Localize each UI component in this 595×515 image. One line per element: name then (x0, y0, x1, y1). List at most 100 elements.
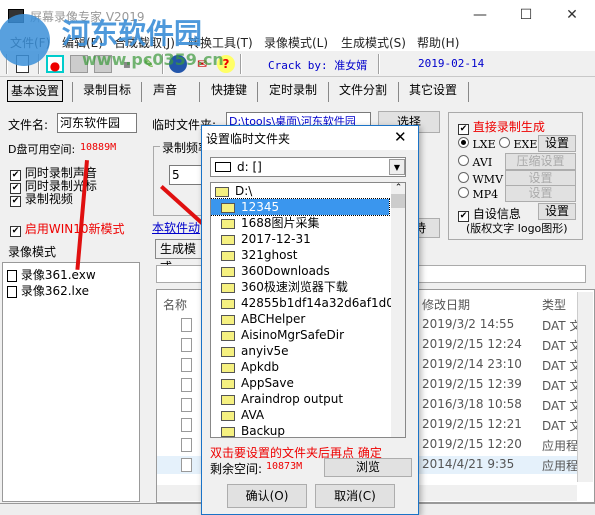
folder-item[interactable]: 1688图片采集 (211, 215, 389, 231)
column-name[interactable]: 名称 (163, 296, 187, 313)
folder-label: AppSave (241, 376, 294, 390)
crack-label: Crack by: 准女婿 (268, 59, 368, 72)
tab-scheduled[interactable]: 定时录制 (266, 80, 320, 102)
folder-item[interactable]: Backup (211, 423, 389, 438)
folder-item[interactable]: 12345 (211, 198, 390, 216)
filename-input[interactable]: 河东软件园 (57, 113, 137, 133)
maximize-button[interactable]: ☐ (503, 0, 549, 31)
tab-hotkeys[interactable]: 快捷键 (208, 80, 250, 102)
file-type: DAT 文 (542, 319, 582, 333)
custom-info-settings-button[interactable]: 设置 (538, 203, 576, 220)
folder-label: 12345 (241, 200, 280, 214)
folder-label: AisinoMgrSafeDir (241, 328, 345, 342)
recording-name: 录像362.lxe (20, 284, 89, 298)
tab-sound[interactable]: 声音 (150, 80, 180, 102)
folder-icon (221, 314, 235, 325)
ok-button[interactable]: 确认(O) (227, 484, 307, 508)
format-settings-button[interactable]: 设置 (538, 135, 576, 152)
record-video-checkbox[interactable]: ✔ 录制视频 (10, 190, 73, 207)
menu-record-mode[interactable]: 录像模式(L) (264, 34, 328, 51)
folder-item[interactable]: AisinoMgrSafeDir (211, 327, 389, 343)
drive-value: d: [] (237, 160, 262, 174)
file-date: 2019/3/2 14:55 (422, 317, 515, 331)
folder-list[interactable]: D:\ 12345 1688图片采集 2017-12-31 321ghost 360Do… (210, 182, 406, 438)
folder-label: AVA (241, 408, 265, 422)
file-icon (181, 318, 192, 332)
folder-item[interactable]: AVA (211, 407, 389, 423)
freq-input[interactable]: 5 (169, 165, 203, 185)
file-date: 2019/2/15 12:20 (422, 437, 522, 451)
disk-space-value: 10889M (80, 142, 117, 153)
folder-scrollbar[interactable]: ⌃ (391, 183, 405, 437)
menu-help[interactable]: 帮助(H) (417, 34, 459, 51)
file-type: DAT 文 (542, 399, 582, 413)
format-exe-radio[interactable]: EXE (499, 137, 537, 151)
recording-item[interactable]: 录像361.exw (7, 266, 96, 283)
file-icon (181, 358, 192, 372)
folder-item[interactable]: AppSave (211, 375, 389, 391)
drive-icon (215, 162, 231, 172)
folder-item[interactable]: 360极速浏览器下载 (211, 279, 389, 295)
format-mp4-radio[interactable]: MP4 (458, 187, 498, 201)
folder-item[interactable]: 42855b1df14a32d6af1d03 (211, 295, 402, 311)
chevron-down-icon[interactable]: ▼ (389, 159, 405, 175)
folder-label: ABCHelper (241, 312, 306, 326)
file-type: DAT 文 (542, 419, 582, 433)
folder-item[interactable]: 321ghost (211, 247, 389, 263)
folder-icon (221, 426, 235, 437)
folder-icon (221, 330, 235, 341)
tab-file-split[interactable]: 文件分割 (336, 80, 390, 102)
close-button[interactable]: ✕ (549, 0, 595, 31)
dialog-close-icon[interactable]: ✕ (394, 128, 407, 146)
gen-mode-button[interactable]: 生成模式 (155, 239, 205, 274)
wmv-label: WMV (472, 173, 504, 186)
toolbar-divider (240, 54, 242, 74)
free-space-label: 剩余空间: (210, 462, 263, 476)
format-wmv-radio[interactable]: WMV (458, 172, 503, 186)
format-avi-radio[interactable]: AVI (458, 155, 492, 169)
tab-other-settings[interactable]: 其它设置 (406, 80, 460, 102)
direct-record-checkbox[interactable]: ✔ 直接录制生成 (458, 118, 545, 135)
file-icon (181, 398, 192, 412)
win10-mode-checkbox[interactable]: ✔ 启用WIN10新模式 (10, 220, 124, 237)
drive-select[interactable]: d: [] ▼ (210, 157, 406, 177)
folder-item[interactable]: anyiv5e (211, 343, 389, 359)
folder-item[interactable]: 2017-12-31 (211, 231, 389, 247)
format-lxe-radio[interactable]: LXE (458, 137, 496, 151)
tab-record-target[interactable]: 录制目标 (80, 80, 134, 102)
vertical-scrollbar[interactable] (577, 292, 593, 482)
scroll-thumb[interactable] (391, 194, 405, 208)
record-icon[interactable]: ● (46, 55, 64, 73)
file-type: DAT 文 (542, 339, 582, 353)
cancel-button[interactable]: 取消(C) (315, 484, 395, 508)
compress-settings-button[interactable]: 压缩设置 (505, 153, 576, 170)
minimize-button[interactable]: — (457, 0, 503, 31)
folder-item[interactable]: Apkdb (211, 359, 389, 375)
folder-label: anyiv5e (241, 344, 289, 358)
folder-label: Apkdb (241, 360, 280, 374)
disk-space-label: D盘可用空间: (8, 143, 76, 156)
record-video-label: 录制视频 (24, 192, 73, 206)
avi-label: AVI (472, 156, 493, 169)
menu-gen-mode[interactable]: 生成模式(S) (341, 34, 406, 51)
folder-root-label: D:\ (235, 184, 253, 198)
date-label: 2019-02-14 (418, 57, 485, 70)
tab-basic-settings[interactable]: 基本设置 (7, 80, 64, 102)
recording-item[interactable]: 录像362.lxe (7, 282, 89, 299)
folder-item[interactable]: 360Downloads (211, 263, 389, 279)
folder-item[interactable]: ABCHelper (211, 311, 389, 327)
folder-icon (221, 410, 235, 421)
folder-label: 2017-12-31 (241, 232, 311, 246)
folder-label: Backup (241, 424, 285, 438)
folder-root[interactable]: D:\ (211, 183, 405, 199)
mp4-settings-button[interactable]: 设置 (505, 185, 576, 202)
column-date[interactable]: 修改日期 (422, 296, 470, 313)
column-type[interactable]: 类型 (542, 296, 566, 313)
folder-icon (221, 282, 235, 293)
file-type: 应用程 (542, 459, 579, 473)
recording-list[interactable]: 录像361.exw 录像362.lxe (2, 262, 140, 502)
about-link[interactable]: 本软件动 (152, 219, 200, 236)
browse-button[interactable]: 浏览 (324, 458, 412, 477)
folder-item[interactable]: Araindrop output (211, 391, 389, 407)
folder-icon (221, 202, 235, 213)
